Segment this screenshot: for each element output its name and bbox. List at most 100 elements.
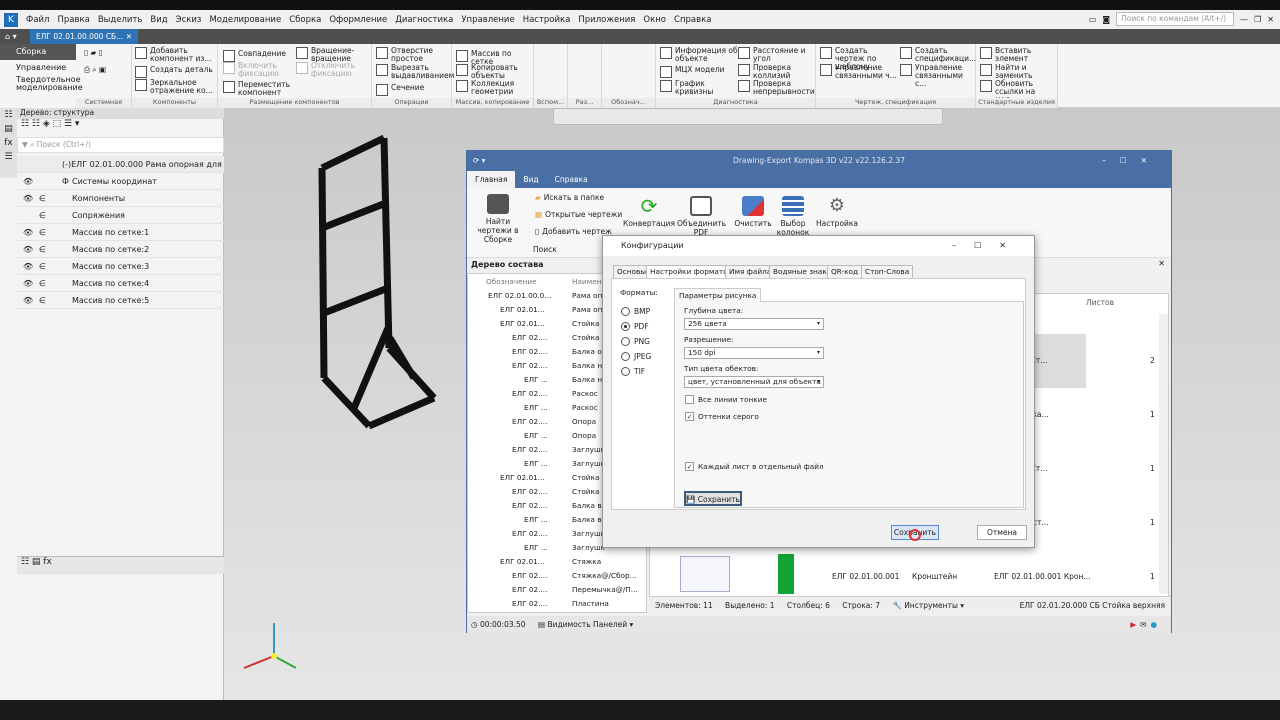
distance-angle-button[interactable]: Расстояние и угол [738,47,814,63]
left-panel-tabs[interactable]: ☷ ▤ fx ☰ [0,108,17,178]
camera-icon[interactable]: ◙ [1102,15,1110,24]
tree-node-designation[interactable]: ЕЛГ 02.01.00.0... [488,289,551,303]
command-search-input[interactable]: Поиск по командам (Alt+/) [1116,12,1235,26]
tab-help[interactable]: Справка [547,171,596,188]
subtab-image-params[interactable]: Параметры рисунка [674,288,762,302]
tree-node-designation[interactable]: ЕЛГ 02.... [512,359,547,373]
cancel-button[interactable]: Отмена [977,525,1027,540]
system-icons[interactable]: ▯ ▰ ▯ [84,49,103,57]
social-icons[interactable]: ▶✉● [1130,616,1161,633]
find-drawings-button[interactable]: Найти чертежи в Сборке [470,192,526,244]
color-type-select[interactable]: цвет, установленный для объекта [684,376,824,388]
menu-select[interactable]: Выделить [94,15,147,25]
panels-visibility-dropdown[interactable]: ▤ Видимость Панелей ▾ [538,620,633,629]
tab-view[interactable]: Вид [515,171,546,188]
manage-specs-button[interactable]: Управление связанными с... [900,64,976,88]
layout-icon[interactable]: ▭ [1089,15,1097,24]
geometry-collection-button[interactable]: Коллекция геометрии [456,80,526,96]
view-toolbar[interactable] [553,108,943,125]
tab-watermarks[interactable]: Водяные знаки [769,265,836,279]
cut-extrude-button[interactable]: Вырезать выдавливанием [376,64,454,80]
tree-search-input[interactable]: ▼ ⌕ Поиск (Ctrl+/) [17,137,224,153]
columns-button[interactable]: Выбор колонок [773,194,813,237]
tree-node-designation[interactable]: ЕЛГ 02.... [512,345,547,359]
tree-toolbar[interactable]: ☷ ☷ ◈ ⬚ ☰ ▾ [17,119,224,137]
curvature-button[interactable]: График кривизны [660,80,720,96]
mode-assembly[interactable]: Сборка [0,44,76,60]
tree-node-designation[interactable]: ЕЛГ 02.... [512,485,547,499]
close-panel-icon[interactable]: ✕ [1158,259,1165,268]
mode-manage[interactable]: Управление [0,60,76,76]
open-drawings-button[interactable]: ▦ Открытые чертежи [535,211,622,219]
tree-node-designation[interactable]: ЕЛГ 02.... [512,569,547,583]
settings-button[interactable]: ⚙ Настройка [815,194,859,229]
create-spec-button[interactable]: Создать спецификаци... [900,47,976,63]
menu-file[interactable]: Файл [22,15,53,25]
tab-filename[interactable]: Имя файла [725,265,776,279]
tree-node-designation[interactable]: ЕЛГ 02.01... [500,317,545,331]
tree-node-designation[interactable]: ЕЛГ ... [524,457,548,471]
menu-sketch[interactable]: Эскиз [172,15,206,25]
move-component-button[interactable]: Переместить компонент [223,81,293,97]
variables-toolbar[interactable]: ☷ ▤ fx [17,556,224,574]
menu-view[interactable]: Вид [146,15,171,25]
tab-qr[interactable]: QR-код [827,265,863,279]
minimize-button[interactable]: — [1240,15,1248,24]
tab-format-settings[interactable]: Настройки форматов [646,265,736,279]
add-drawing-button[interactable]: ▯ Добавить чертеж [535,228,612,236]
color-depth-select[interactable]: 256 цвета [684,318,824,330]
window-controls[interactable]: –☐✕ [1102,151,1161,171]
enable-fix-button[interactable]: Включить фиксацию [223,62,283,78]
tree-node-designation[interactable]: ЕЛГ 02.... [512,499,547,513]
grid-scrollbar[interactable] [1159,314,1168,594]
restore-button[interactable]: ❐ [1254,15,1261,24]
section-button[interactable]: Сечение [376,84,424,96]
tree-node-designation[interactable]: ЕЛГ ... [524,513,548,527]
tree-node-designation[interactable]: ЕЛГ 02.01... [500,471,545,485]
object-info-button[interactable]: Информация об объекте [660,47,738,63]
menu-design[interactable]: Оформление [325,15,391,25]
menu-edit[interactable]: Правка [53,15,93,25]
search-folder-button[interactable]: ▰ Искать в папке [535,194,604,202]
clear-button[interactable]: Очистить [729,194,777,228]
tree-node-designation[interactable]: ЕЛГ 02.... [512,443,547,457]
insert-element-button[interactable]: Вставить элемент [980,47,1052,63]
save-settings-button[interactable]: 💾 Сохранить [684,491,742,506]
menu-help[interactable]: Справка [670,15,715,25]
tree-item[interactable]: 👁 ∈ Массив по сетке:2 [17,241,224,258]
radio-tif[interactable]: TIF [621,367,645,376]
collision-check-button[interactable]: Проверка коллизий [738,64,798,80]
create-part-button[interactable]: Создать деталь [135,66,213,78]
menu-manage[interactable]: Управление [457,15,518,25]
tree-item[interactable]: ∈ Сопряжения [17,207,224,224]
disable-fix-button[interactable]: Отключить фиксацию [296,62,358,78]
tab-stopwords[interactable]: Стоп-Слова [861,265,914,279]
hole-button[interactable]: Отверстие простое [376,47,448,63]
tree-item[interactable]: 👁 Системы координат [17,173,224,190]
tree-item[interactable]: 👁 ∈ Массив по сетке:1 [17,224,224,241]
manage-drawings-button[interactable]: Управление связанными ч... [820,64,898,80]
home-icon[interactable]: ⌂ ▾ [5,32,17,41]
radio-jpeg[interactable]: JPEG [621,352,651,361]
convert-button[interactable]: ⟳ Конвертация [623,194,675,228]
radio-png[interactable]: PNG [621,337,650,346]
tree-item[interactable]: 👁 ∈ Массив по сетке:5 [17,292,224,309]
tree-node-designation[interactable]: ЕЛГ 02.... [512,387,547,401]
menu-modeling[interactable]: Моделирование [205,15,285,25]
continuity-check-button[interactable]: Проверка непрерывности [738,80,815,96]
radio-pdf[interactable]: PDF [621,322,649,331]
find-replace-button[interactable]: Найти и заменить [980,64,1052,80]
merge-pdf-button[interactable]: Объединить PDF [677,194,726,237]
separate-files-checkbox[interactable]: ✓ Каждый лист в отдельный файл [685,462,824,471]
tree-item[interactable]: 👁 ∈ Компоненты [17,190,224,207]
tree-node-designation[interactable]: ЕЛГ 02.... [512,583,547,597]
tree-node-designation[interactable]: ЕЛГ 02.01... [500,303,545,317]
mass-props-button[interactable]: МЦХ модели [660,66,725,78]
grayscale-checkbox[interactable]: ✓ Оттенки серого [685,412,759,421]
tree-node-designation[interactable]: ЕЛГ 02.01... [500,555,545,569]
print-icons[interactable]: ⎙ ⌕ ▣ [84,66,106,74]
tree-node-designation[interactable]: ЕЛГ ... [524,429,548,443]
dialog-window-controls[interactable]: –☐✕ [952,236,1024,256]
menu-settings[interactable]: Настройка [519,15,575,25]
tree-root[interactable]: (-)ЕЛГ 02.01.00.000 Рама опорная для Ф [17,156,224,186]
